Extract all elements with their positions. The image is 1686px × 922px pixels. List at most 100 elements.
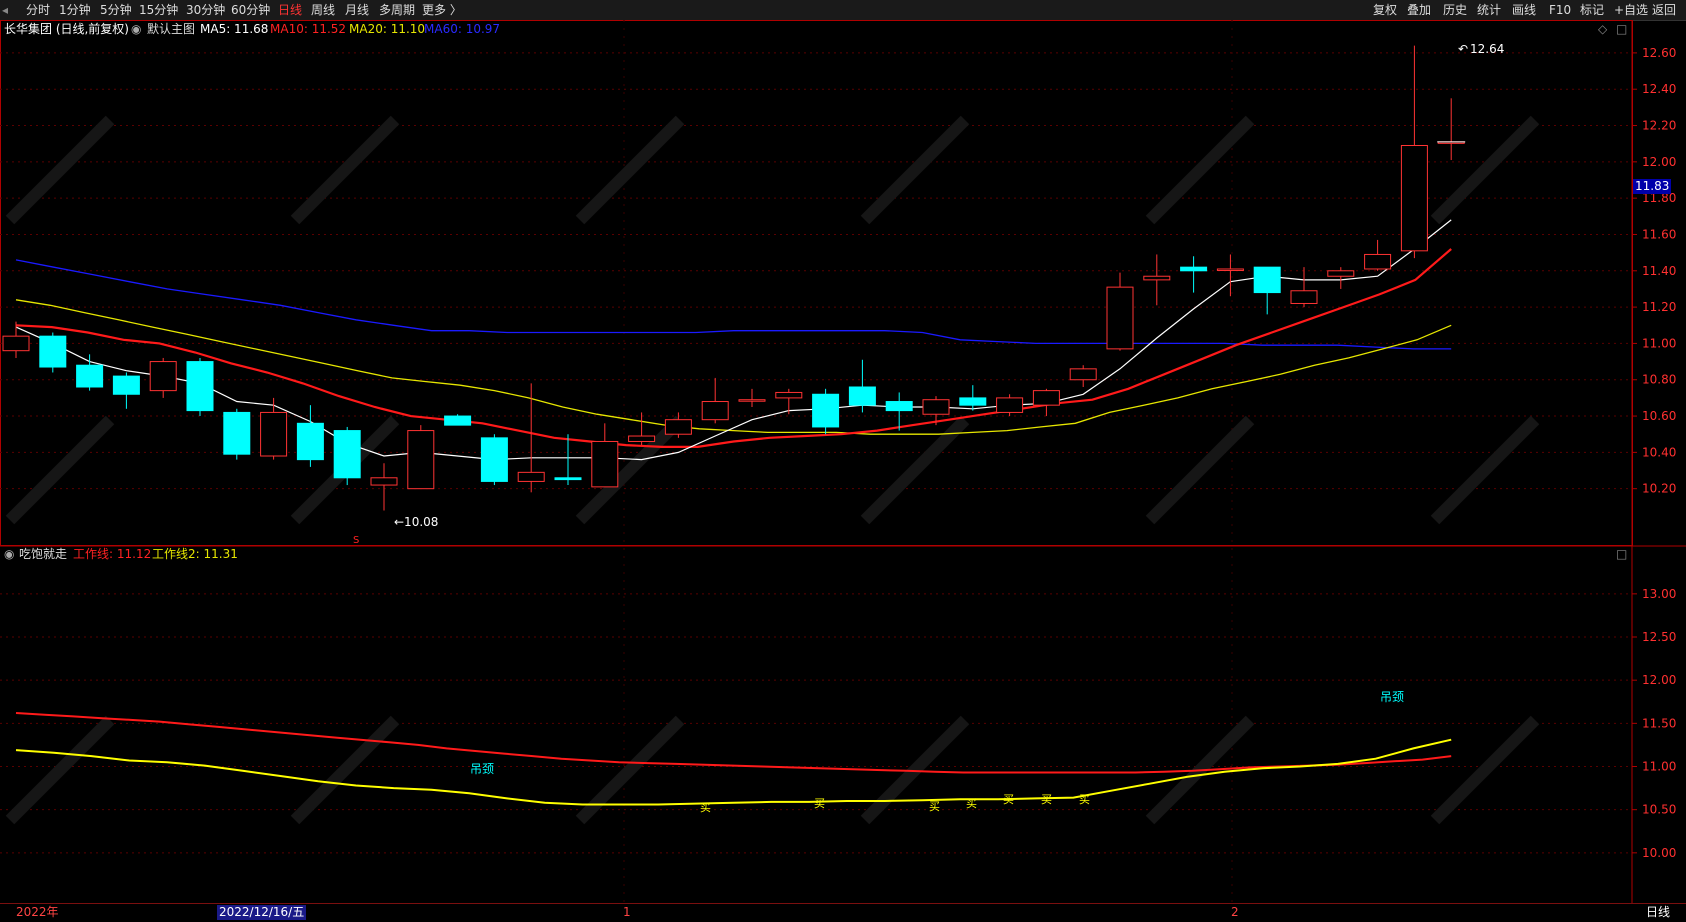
watermark-stroke (1145, 415, 1255, 525)
price-tick-label: 10.80 (1642, 373, 1676, 387)
candle-down (39, 335, 67, 368)
main-indicator-name[interactable]: 默认主图 (147, 22, 195, 37)
price-axis: 12.6012.4012.2012.0011.8011.6011.4011.20… (1632, 46, 1676, 860)
diaoding-label-1: 吊颈 (470, 762, 495, 776)
price-tick-label: 12.60 (1642, 46, 1676, 60)
candle-up (1327, 270, 1355, 277)
candle-up (664, 419, 692, 435)
watermark-stroke (1430, 415, 1540, 525)
sub-indicator-toggle-icon[interactable]: ◉ (4, 547, 14, 562)
year-label: 2022年 (16, 905, 59, 919)
candle-up (1069, 368, 1097, 381)
tab-monthly[interactable]: 月线 (345, 2, 369, 18)
mark-button[interactable]: 标记 (1580, 2, 1604, 18)
current-price-tag: 11.83 (1633, 179, 1672, 194)
tab-weekly[interactable]: 周线 (311, 2, 335, 18)
date-axis-bar: 2022年 2022/12/16/五 1 2 日线 (0, 903, 1686, 922)
fuquan-button[interactable]: 复权 (1373, 2, 1397, 18)
candle-down (223, 411, 251, 455)
candle-down (1180, 266, 1208, 272)
sub-maximize-icon[interactable]: □ (1616, 547, 1627, 562)
diamond-icon[interactable]: ◇ (1598, 22, 1607, 37)
toolbar-back-icon[interactable]: ◂ (2, 2, 8, 18)
candle-up (591, 440, 619, 488)
overlay-button[interactable]: 叠加 (1407, 2, 1431, 18)
sub-tick-label: 11.00 (1642, 760, 1676, 774)
sub-tick-label: 12.50 (1642, 630, 1676, 644)
candle-up (996, 397, 1024, 413)
price-tick-label: 11.00 (1642, 336, 1676, 350)
watermark (5, 115, 1540, 825)
ma60-line (15, 259, 1452, 350)
candle-down (1253, 266, 1281, 294)
candle-down (333, 430, 361, 479)
stats-button[interactable]: 统计 (1477, 2, 1501, 18)
candle-up (738, 399, 766, 402)
candle-up (1364, 253, 1392, 270)
watermark-stroke (575, 115, 685, 225)
tab-5min[interactable]: 5分钟 (100, 2, 132, 18)
tab-more[interactable]: 更多 〉 (422, 2, 462, 18)
work-line-value: 工作线: 11.12 (73, 547, 152, 561)
add-watchlist-button[interactable]: +自选 (1614, 2, 1648, 18)
watermark-stroke (1430, 715, 1540, 825)
watermark-stroke (1145, 115, 1255, 225)
buy-marker: 买 (966, 797, 977, 810)
buy-marker: 买 (1079, 793, 1090, 806)
price-tick-label: 10.60 (1642, 409, 1676, 423)
candle-down (959, 397, 987, 406)
ma60-value: MA60: 10.97 (424, 22, 501, 36)
tab-30min[interactable]: 30分钟 (186, 2, 225, 18)
watermark-stroke (1430, 115, 1540, 225)
buy-marker: 买 (700, 801, 711, 814)
work-line2-value: 工作线2: 11.31 (152, 547, 238, 561)
candle-up (1106, 286, 1134, 350)
low-price-label: ←10.08 (394, 515, 439, 529)
history-button[interactable]: 历史 (1443, 2, 1467, 18)
tab-multi-period[interactable]: 多周期 (379, 2, 415, 18)
candle-up (1032, 390, 1060, 406)
tab-daily[interactable]: 日线 (278, 2, 302, 18)
sub-tick-label: 10.50 (1642, 803, 1676, 817)
watermark-stroke (5, 415, 115, 525)
candle-up (922, 399, 950, 415)
return-button[interactable]: 返回 (1652, 2, 1676, 18)
ma10-value: MA10: 11.52 (270, 22, 347, 36)
candle-down (480, 437, 508, 482)
kline-chart[interactable]: 12.6012.4012.2012.0011.8011.6011.4011.20… (0, 20, 1686, 904)
sell-marker: S (353, 535, 360, 546)
ma20-value: MA20: 11.10 (349, 22, 426, 36)
tab-fenshi[interactable]: 分时 (26, 2, 50, 18)
candle-up (701, 401, 729, 421)
work-line2 (15, 738, 1452, 806)
maximize-icon[interactable]: □ (1616, 22, 1627, 37)
buy-marker: 买 (1041, 793, 1052, 806)
tab-15min[interactable]: 15分钟 (139, 2, 178, 18)
candle-down (554, 477, 582, 481)
candle-up (149, 361, 177, 392)
buy-marker: 买 (1003, 793, 1014, 806)
candle-up (407, 430, 435, 490)
candle-down (885, 401, 913, 412)
month-label-jan: 1 (623, 905, 631, 919)
period-label[interactable]: 日线 (1646, 905, 1670, 920)
price-tick-label: 11.60 (1642, 227, 1676, 241)
price-tick-label: 12.00 (1642, 155, 1676, 169)
tab-60min[interactable]: 60分钟 (231, 2, 270, 18)
candle-up (1216, 268, 1244, 271)
diaoding-label-2: 吊颈 (1380, 690, 1405, 704)
tab-1min[interactable]: 1分钟 (59, 2, 91, 18)
candle-up (775, 391, 803, 399)
f10-button[interactable]: F10 (1549, 2, 1571, 18)
candle-down (186, 361, 214, 412)
high-arrow-icon: ↶ (1458, 42, 1469, 56)
watermark-stroke (290, 115, 400, 225)
price-tick-label: 10.40 (1642, 445, 1676, 459)
indicator-toggle-icon[interactable]: ◉ (131, 22, 141, 37)
candle-down (112, 375, 140, 395)
candle-up (517, 471, 545, 482)
sub-indicator-name[interactable]: 吃饱就走 (19, 547, 67, 562)
price-tick-label: 12.40 (1642, 82, 1676, 96)
draw-line-button[interactable]: 画线 (1512, 2, 1536, 18)
candle-up (1400, 145, 1428, 252)
